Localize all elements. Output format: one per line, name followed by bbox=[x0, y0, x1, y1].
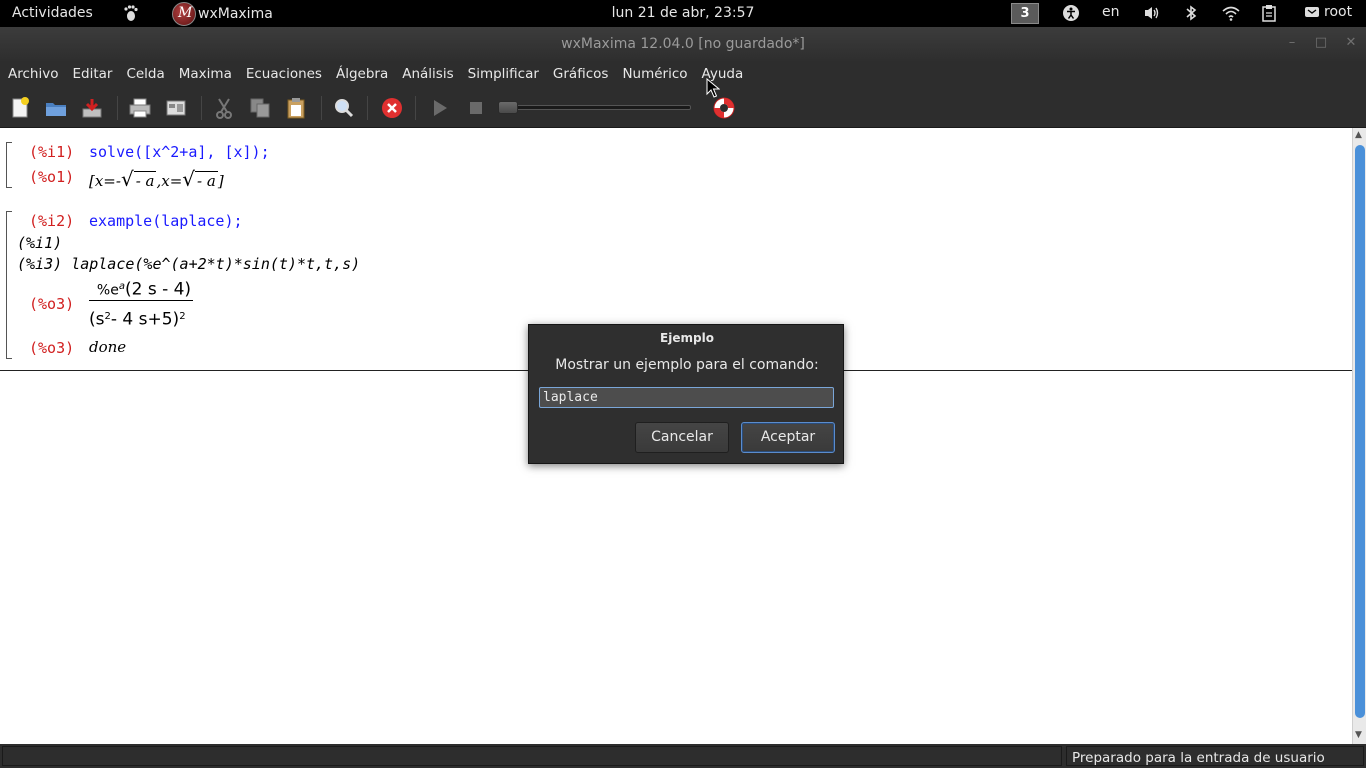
app-menu[interactable]: wxMaxima bbox=[172, 0, 273, 27]
fraction-numerator: %ea(2 s - 4) bbox=[96, 279, 192, 300]
paste-icon[interactable] bbox=[284, 96, 308, 120]
command-input[interactable] bbox=[539, 387, 834, 408]
input-label: (%i2) bbox=[29, 212, 75, 230]
scroll-down-icon[interactable]: ▼ bbox=[1355, 730, 1362, 740]
toolbar-separator bbox=[117, 96, 118, 120]
accessibility-icon[interactable] bbox=[1062, 4, 1080, 22]
input-expression[interactable]: example(laplace); bbox=[89, 212, 243, 230]
cell-bracket[interactable] bbox=[6, 142, 12, 188]
menu-graficos[interactable]: Gráficos bbox=[546, 61, 616, 88]
minimize-icon[interactable]: – bbox=[1284, 35, 1300, 50]
menu-celda[interactable]: Celda bbox=[119, 61, 171, 88]
output-label: (%o3) bbox=[29, 295, 75, 313]
mouse-pointer-icon bbox=[706, 77, 721, 102]
stop-icon[interactable] bbox=[464, 96, 488, 120]
scrollbar-thumb[interactable] bbox=[1355, 145, 1365, 718]
menu-maxima[interactable]: Maxima bbox=[172, 61, 239, 88]
example-output-line: (%i1) bbox=[17, 234, 63, 252]
status-message: Preparado para la entrada de usuario bbox=[1066, 746, 1364, 766]
activities-button[interactable]: Actividades bbox=[12, 5, 93, 21]
print-icon[interactable] bbox=[128, 96, 152, 120]
close-window-icon[interactable]: ✕ bbox=[1343, 35, 1359, 50]
find-icon[interactable] bbox=[332, 96, 356, 120]
dialog-title: Ejemplo bbox=[660, 331, 714, 345]
output-label: (%o1) bbox=[29, 168, 75, 186]
menu-analisis[interactable]: Análisis bbox=[395, 61, 460, 88]
example-output-line: (%i3) laplace(%e^(a+2*t)*sin(t)*t,t,s) bbox=[17, 255, 361, 273]
input-label: (%i1) bbox=[29, 143, 75, 161]
play-icon[interactable] bbox=[428, 96, 452, 120]
gnome-foot-icon[interactable] bbox=[122, 4, 140, 22]
example-dialog: Ejemplo Mostrar un ejemplo para el coman… bbox=[528, 324, 844, 464]
status-bar: Preparado para la entrada de usuario bbox=[0, 744, 1366, 768]
vertical-scrollbar[interactable]: ▲ ▼ bbox=[1352, 128, 1366, 744]
preferences-icon[interactable] bbox=[164, 96, 188, 120]
top-panel: Actividades wxMaxima lun 21 de abr, 23:5… bbox=[0, 0, 1366, 27]
save-icon[interactable] bbox=[80, 96, 104, 120]
menu-simplificar[interactable]: Simplificar bbox=[461, 61, 546, 88]
user-menu[interactable]: root bbox=[1324, 4, 1352, 20]
cell-bracket[interactable] bbox=[6, 211, 12, 359]
toolbar-separator bbox=[367, 96, 368, 120]
input-expression[interactable]: solve([x^2+a], [x]); bbox=[89, 143, 270, 161]
menu-algebra[interactable]: Álgebra bbox=[329, 61, 395, 88]
cut-icon[interactable] bbox=[212, 96, 236, 120]
wxmaxima-app-icon bbox=[172, 1, 196, 26]
menu-bar: Archivo Editar Celda Maxima Ecuaciones Á… bbox=[0, 61, 1366, 88]
toolbar-separator bbox=[321, 96, 322, 120]
output-label: (%o3) bbox=[29, 339, 75, 357]
fraction-output: %ea(2 s - 4) (s2- 4 s+5)2 bbox=[89, 276, 199, 333]
keyboard-layout-indicator[interactable]: en bbox=[1102, 4, 1120, 20]
ok-button[interactable]: Aceptar bbox=[741, 422, 835, 453]
menu-editar[interactable]: Editar bbox=[65, 61, 119, 88]
clipboard-icon[interactable] bbox=[1261, 4, 1277, 22]
status-cell bbox=[2, 746, 1062, 766]
animation-slider-track[interactable] bbox=[498, 105, 691, 110]
window-titlebar[interactable]: wxMaxima 12.04.0 [no guardado*] – □ ✕ bbox=[0, 27, 1366, 61]
interrupt-icon[interactable] bbox=[380, 96, 404, 120]
fraction-denominator: (s2- 4 s+5)2 bbox=[89, 309, 186, 330]
wifi-icon[interactable] bbox=[1221, 4, 1241, 22]
clock[interactable]: lun 21 de abr, 23:57 bbox=[612, 5, 755, 21]
open-folder-icon[interactable] bbox=[44, 96, 68, 120]
output-expression: [x=-√ - a ,x=√ - a] bbox=[89, 167, 224, 191]
output-expression: done bbox=[89, 338, 127, 356]
workspace-indicator[interactable]: 3 bbox=[1011, 3, 1039, 24]
scroll-up-icon[interactable]: ▲ bbox=[1355, 130, 1362, 140]
dialog-message: Mostrar un ejemplo para el comando: bbox=[555, 357, 819, 373]
cancel-button[interactable]: Cancelar bbox=[635, 422, 729, 453]
fraction-bar bbox=[89, 300, 193, 301]
toolbar bbox=[0, 88, 1366, 128]
toolbar-separator bbox=[201, 96, 202, 120]
window-title: wxMaxima 12.04.0 [no guardado*] bbox=[561, 36, 805, 52]
menu-numerico[interactable]: Numérico bbox=[615, 61, 694, 88]
maximize-icon[interactable]: □ bbox=[1313, 35, 1329, 50]
app-menu-label: wxMaxima bbox=[198, 5, 273, 22]
menu-ayuda[interactable]: Ayuda bbox=[695, 61, 751, 88]
bluetooth-icon[interactable] bbox=[1184, 4, 1198, 22]
animation-slider-handle[interactable] bbox=[498, 101, 518, 114]
volume-icon[interactable] bbox=[1143, 4, 1161, 22]
user-icon bbox=[1304, 4, 1320, 20]
new-document-icon[interactable] bbox=[8, 96, 32, 120]
menu-ecuaciones[interactable]: Ecuaciones bbox=[239, 61, 329, 88]
menu-archivo[interactable]: Archivo bbox=[1, 61, 65, 88]
toolbar-separator bbox=[415, 96, 416, 120]
copy-icon[interactable] bbox=[248, 96, 272, 120]
